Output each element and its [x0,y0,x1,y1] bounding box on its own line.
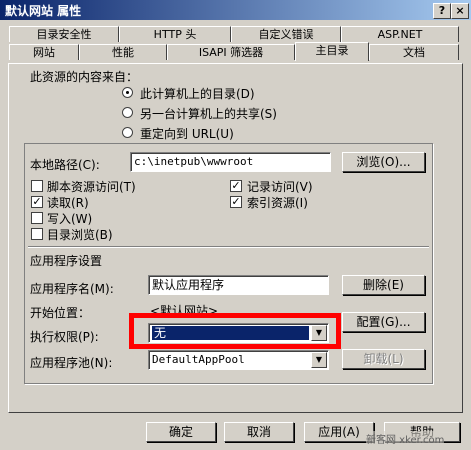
local-path-input[interactable]: c:\inetpub\wwwroot [130,152,331,172]
script-access-checkbox[interactable] [31,180,43,192]
config-button[interactable]: 配置(G)... [342,312,425,332]
radio-redirect[interactable] [122,127,133,138]
radio-share[interactable] [122,107,133,118]
log-visits-label[interactable]: 记录访问(V) [247,178,313,195]
write-label[interactable]: 写入(W) [47,210,92,227]
dir-browse-checkbox[interactable] [31,228,43,240]
browse-button[interactable]: 浏览(O)... [342,152,425,172]
tab-home-directory[interactable]: 主目录 [295,42,369,61]
radio-local-dir-label[interactable]: 此计算机上的目录(D) [140,85,255,102]
exec-permissions-label: 执行权限(P): [30,330,99,344]
log-visits-checkbox[interactable]: ✓ [230,180,242,192]
index-resource-label[interactable]: 索引资源(I) [247,194,308,211]
app-pool-select[interactable]: DefaultAppPool [148,350,329,370]
window-title: 默认网站 属性 [5,4,82,18]
tab-performance[interactable]: 性能 [79,44,167,60]
remove-button[interactable]: 删除(E) [342,275,425,295]
script-access-label[interactable]: 脚本资源访问(T) [47,178,136,195]
app-name-label: 应用程序名(M): [30,282,114,296]
radio-local-dir[interactable] [122,87,133,98]
cancel-button[interactable]: 取消 [224,422,294,442]
unload-button[interactable]: 卸载(L) [342,349,425,369]
watermark: 新客网 xker.com [366,431,445,446]
close-icon[interactable]: × [451,3,469,19]
tab-directory-security[interactable]: 目录安全性 [9,26,119,42]
annotation-highlight-box [129,313,341,349]
chevron-down-icon[interactable]: ▼ [311,325,327,341]
apply-button[interactable]: 应用(A) [304,422,374,442]
tab-website[interactable]: 网站 [9,44,79,60]
app-name-input[interactable]: 默认应用程序 [148,275,329,295]
dir-browse-label[interactable]: 目录浏览(B) [47,226,113,243]
tab-custom-errors[interactable]: 自定义错误 [231,26,341,42]
local-path-label: 本地路径(C): [30,158,100,172]
read-label[interactable]: 读取(R) [47,194,89,211]
write-checkbox[interactable] [31,212,43,224]
ok-button[interactable]: 确定 [146,422,216,442]
divider [28,246,429,248]
chevron-down-icon[interactable]: ▼ [311,352,327,368]
start-location-label: 开始位置： [30,306,91,320]
tab-documents[interactable]: 文档 [369,44,459,60]
source-label: 此资源的内容来自： [30,70,139,84]
help-title-button[interactable]: ? [433,3,451,19]
tab-aspnet[interactable]: ASP.NET [341,26,459,42]
radio-redirect-label[interactable]: 重定向到 URL(U) [140,125,234,142]
index-resource-checkbox[interactable]: ✓ [230,196,242,208]
app-pool-label: 应用程序池(N): [30,356,113,370]
app-settings-header: 应用程序设置 [30,254,103,268]
radio-share-label[interactable]: 另一台计算机上的共享(S) [140,105,277,122]
read-checkbox[interactable]: ✓ [31,196,43,208]
tab-isapi-filters[interactable]: ISAPI 筛选器 [167,44,295,60]
tab-http-headers[interactable]: HTTP 头 [119,26,231,42]
